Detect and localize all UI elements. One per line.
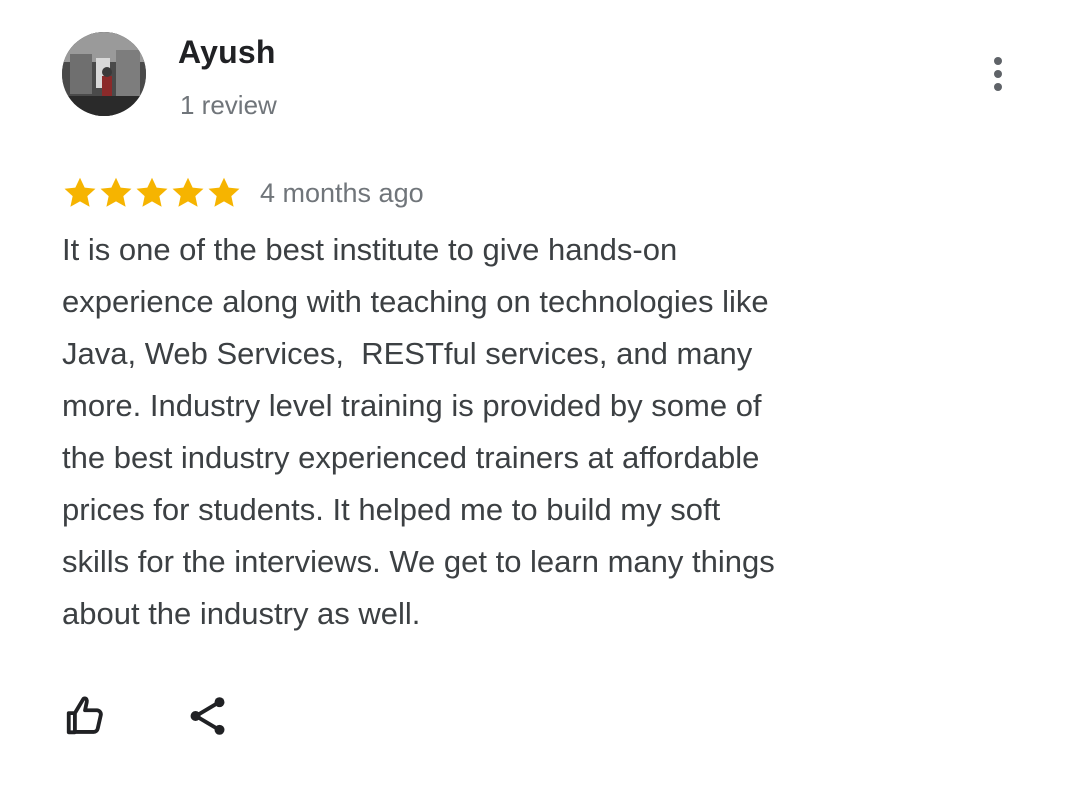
star-icon: [208, 177, 240, 207]
more-vert-icon: [994, 57, 1002, 91]
share-button[interactable]: [182, 690, 234, 742]
star-icon: [172, 177, 204, 207]
author-name[interactable]: Ayush: [178, 34, 276, 71]
rating-row: 4 months ago: [62, 172, 424, 214]
author-review-count: 1 review: [180, 90, 277, 120]
thumb-up-icon: [66, 696, 103, 735]
star-icon: [100, 177, 132, 207]
user-photo-avatar-icon: [62, 32, 146, 116]
review-text: It is one of the best institute to give …: [62, 232, 775, 631]
star-icon: [64, 177, 96, 207]
like-button[interactable]: [60, 690, 112, 742]
more-options-button[interactable]: [980, 52, 1016, 96]
avatar[interactable]: [62, 32, 146, 116]
share-icon: [190, 697, 225, 735]
review-date: 4 months ago: [260, 177, 424, 208]
star-icon: [136, 177, 168, 207]
star-rating: [62, 175, 242, 211]
